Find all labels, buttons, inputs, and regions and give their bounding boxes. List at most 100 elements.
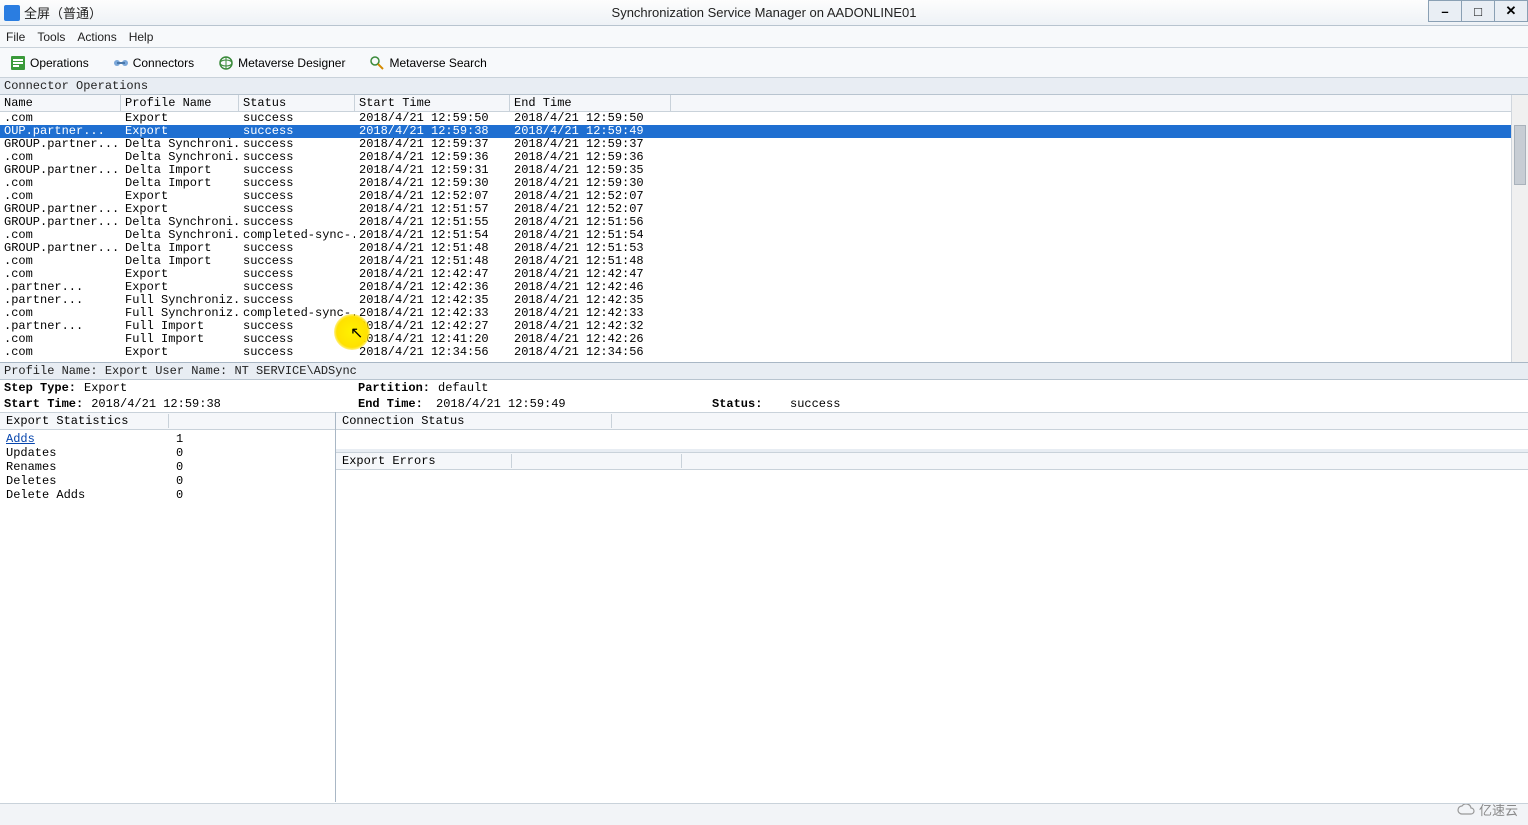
menu-tools[interactable]: Tools [37,30,65,44]
table-row[interactable]: .comDelta Synchroni...completed-sync-...… [0,229,1511,242]
cell-profile: Delta Import [121,242,239,255]
metaverse-designer-button[interactable]: Metaverse Designer [214,53,349,73]
cell-name: GROUP.partner... [0,216,121,229]
toolbar: Operations Connectors Metaverse Designer… [0,48,1528,78]
grid-body[interactable]: .comExportsuccess2018/4/21 12:59:502018/… [0,112,1511,362]
table-row[interactable]: .comExportsuccess2018/4/21 12:52:072018/… [0,190,1511,203]
cell-profile: Export [121,190,239,203]
table-row[interactable]: .comFull Importsuccess2018/4/21 12:41:20… [0,333,1511,346]
cell-status: success [239,242,355,255]
cell-end: 2018/4/21 12:51:56 [510,216,671,229]
cell-status: success [239,164,355,177]
table-row[interactable]: .comExportsuccess2018/4/21 12:34:562018/… [0,346,1511,359]
cell-end: 2018/4/21 12:34:56 [510,346,671,359]
table-row[interactable]: .partner...Full Importsuccess2018/4/21 1… [0,320,1511,333]
cell-start: 2018/4/21 12:34:56 [355,346,510,359]
vertical-scrollbar[interactable] [1511,95,1528,362]
connectors-icon [113,55,129,71]
cell-name: .com [0,333,121,346]
cell-status: success [239,138,355,151]
cell-start: 2018/4/21 12:42:27 [355,320,510,333]
cell-name: .com [0,177,121,190]
cell-end: 2018/4/21 12:59:37 [510,138,671,151]
maximize-button[interactable]: □ [1461,0,1495,22]
cell-profile: Full Import [121,320,239,333]
minimize-button[interactable]: – [1428,0,1462,22]
col-start-time[interactable]: Start Time [355,95,510,111]
table-row[interactable]: .partner...Exportsuccess2018/4/21 12:42:… [0,281,1511,294]
connectors-button[interactable]: Connectors [109,53,198,73]
cell-profile: Delta Synchroni... [121,151,239,164]
col-profile-name[interactable]: Profile Name [121,95,239,111]
cell-name: .com [0,346,121,359]
cell-status: success [239,255,355,268]
menu-actions[interactable]: Actions [77,30,116,44]
close-button[interactable]: ✕ [1494,0,1528,22]
col-status[interactable]: Status [239,95,355,111]
watermark: 亿速云 [1457,800,1518,819]
cell-profile: Export [121,346,239,359]
table-row[interactable]: GROUP.partner...Exportsuccess2018/4/21 1… [0,203,1511,216]
table-row[interactable]: .comExportsuccess2018/4/21 12:42:472018/… [0,268,1511,281]
cell-profile: Export [121,125,239,138]
cell-end: 2018/4/21 12:59:36 [510,151,671,164]
stat-name: Renames [6,460,176,474]
cell-end: 2018/4/21 12:42:46 [510,281,671,294]
scrollbar-thumb[interactable] [1514,125,1526,185]
cell-profile: Full Synchroniz... [121,307,239,320]
stat-row: Renames0 [6,460,329,474]
cell-profile: Delta Synchroni... [121,216,239,229]
col-name[interactable]: Name [0,95,121,111]
cell-status: success [239,294,355,307]
cell-profile: Delta Import [121,255,239,268]
table-row[interactable]: .comDelta Importsuccess2018/4/21 12:51:4… [0,255,1511,268]
table-row[interactable]: OUP.partner...Exportsuccess2018/4/21 12:… [0,125,1511,138]
table-row[interactable]: .comDelta Synchroni...success2018/4/21 1… [0,151,1511,164]
menu-file[interactable]: File [6,30,25,44]
export-errors-label: Export Errors [342,454,512,468]
menu-bar: File Tools Actions Help [0,26,1528,48]
table-row[interactable]: GROUP.partner...Delta Importsuccess2018/… [0,242,1511,255]
export-errors-header: Export Errors [336,452,1528,470]
cell-end: 2018/4/21 12:42:32 [510,320,671,333]
cell-status: success [239,320,355,333]
cell-end: 2018/4/21 12:42:47 [510,268,671,281]
cell-name: GROUP.partner... [0,138,121,151]
table-row[interactable]: .comFull Synchroniz...completed-sync-...… [0,307,1511,320]
cell-start: 2018/4/21 12:59:31 [355,164,510,177]
grid-header-row: Name Profile Name Status Start Time End … [0,95,1528,112]
table-row[interactable]: .comDelta Importsuccess2018/4/21 12:59:3… [0,177,1511,190]
metaverse-designer-label: Metaverse Designer [238,56,345,70]
menu-help[interactable]: Help [129,30,154,44]
table-row[interactable]: GROUP.partner...Delta Synchroni...succes… [0,216,1511,229]
table-row[interactable]: GROUP.partner...Delta Importsuccess2018/… [0,164,1511,177]
stat-name: Delete Adds [6,488,176,502]
cell-end: 2018/4/21 12:52:07 [510,190,671,203]
cell-end: 2018/4/21 12:59:50 [510,112,671,125]
operations-button[interactable]: Operations [6,53,93,73]
cell-status: completed-sync-... [239,229,355,242]
cell-start: 2018/4/21 12:51:48 [355,242,510,255]
step-type-label: Step Type: [4,381,76,395]
cell-profile: Export [121,112,239,125]
stat-row: Adds1 [6,432,329,446]
cell-end: 2018/4/21 12:42:33 [510,307,671,320]
table-row[interactable]: .partner...Full Synchroniz...success2018… [0,294,1511,307]
end-time-value: 2018/4/21 12:59:49 [436,397,566,411]
table-row[interactable]: .comExportsuccess2018/4/21 12:59:502018/… [0,112,1511,125]
metaverse-search-button[interactable]: Metaverse Search [365,53,490,73]
app-icon [4,5,20,21]
export-statistics-header: Export Statistics [0,412,335,430]
cell-end: 2018/4/21 12:59:49 [510,125,671,138]
cell-status: success [239,203,355,216]
right-panels: Connection Status Export Errors [336,412,1528,802]
connection-status-label: Connection Status [342,414,612,428]
detail-row-2: Start Time: 2018/4/21 12:59:38 End Time:… [0,396,1528,412]
table-row[interactable]: GROUP.partner...Delta Synchroni...succes… [0,138,1511,151]
stat-row: Updates0 [6,446,329,460]
col-end-time[interactable]: End Time [510,95,671,111]
stat-name[interactable]: Adds [6,432,176,446]
cell-name: .com [0,112,121,125]
cell-end: 2018/4/21 12:52:07 [510,203,671,216]
cell-profile: Delta Synchroni... [121,138,239,151]
